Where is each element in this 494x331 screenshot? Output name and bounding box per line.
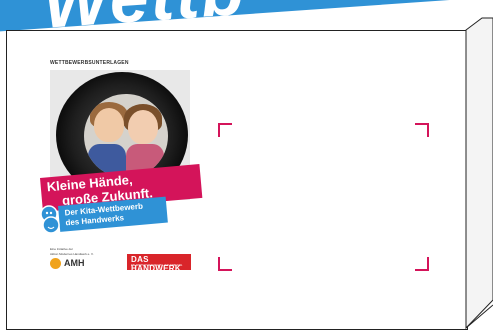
crop-mark-bottom-right xyxy=(415,257,429,271)
amh-logo-text: AMH xyxy=(64,258,85,268)
box-side xyxy=(465,17,493,330)
handwerk-logo: DAS HANDWERK DIE WIRTSCHAFTSMACHT. VON N… xyxy=(127,254,191,273)
initiative-line-1: Eine Initiative der xyxy=(50,247,74,251)
mask-mascot-icon xyxy=(40,205,60,234)
initiative-line-2: Aktion Modernes Handwerk e. V. xyxy=(50,252,94,256)
crop-mark-top-right xyxy=(415,123,429,137)
crop-mark-top-left xyxy=(218,123,232,137)
header-label: WETTBEWERBSUNTERLAGEN xyxy=(50,60,129,66)
crop-mark-bottom-left xyxy=(218,257,232,271)
scene: Wettb WETTBEWERBSUNTERLAGEN Kleine Hände… xyxy=(0,0,494,331)
child-left-face xyxy=(94,108,124,142)
tire-hole xyxy=(84,94,168,178)
child-right-face xyxy=(128,110,158,144)
handwerk-logo-subtitle: DIE WIRTSCHAFTSMACHT. VON NEBENAN. xyxy=(131,264,183,267)
amh-logo-icon xyxy=(50,258,61,269)
